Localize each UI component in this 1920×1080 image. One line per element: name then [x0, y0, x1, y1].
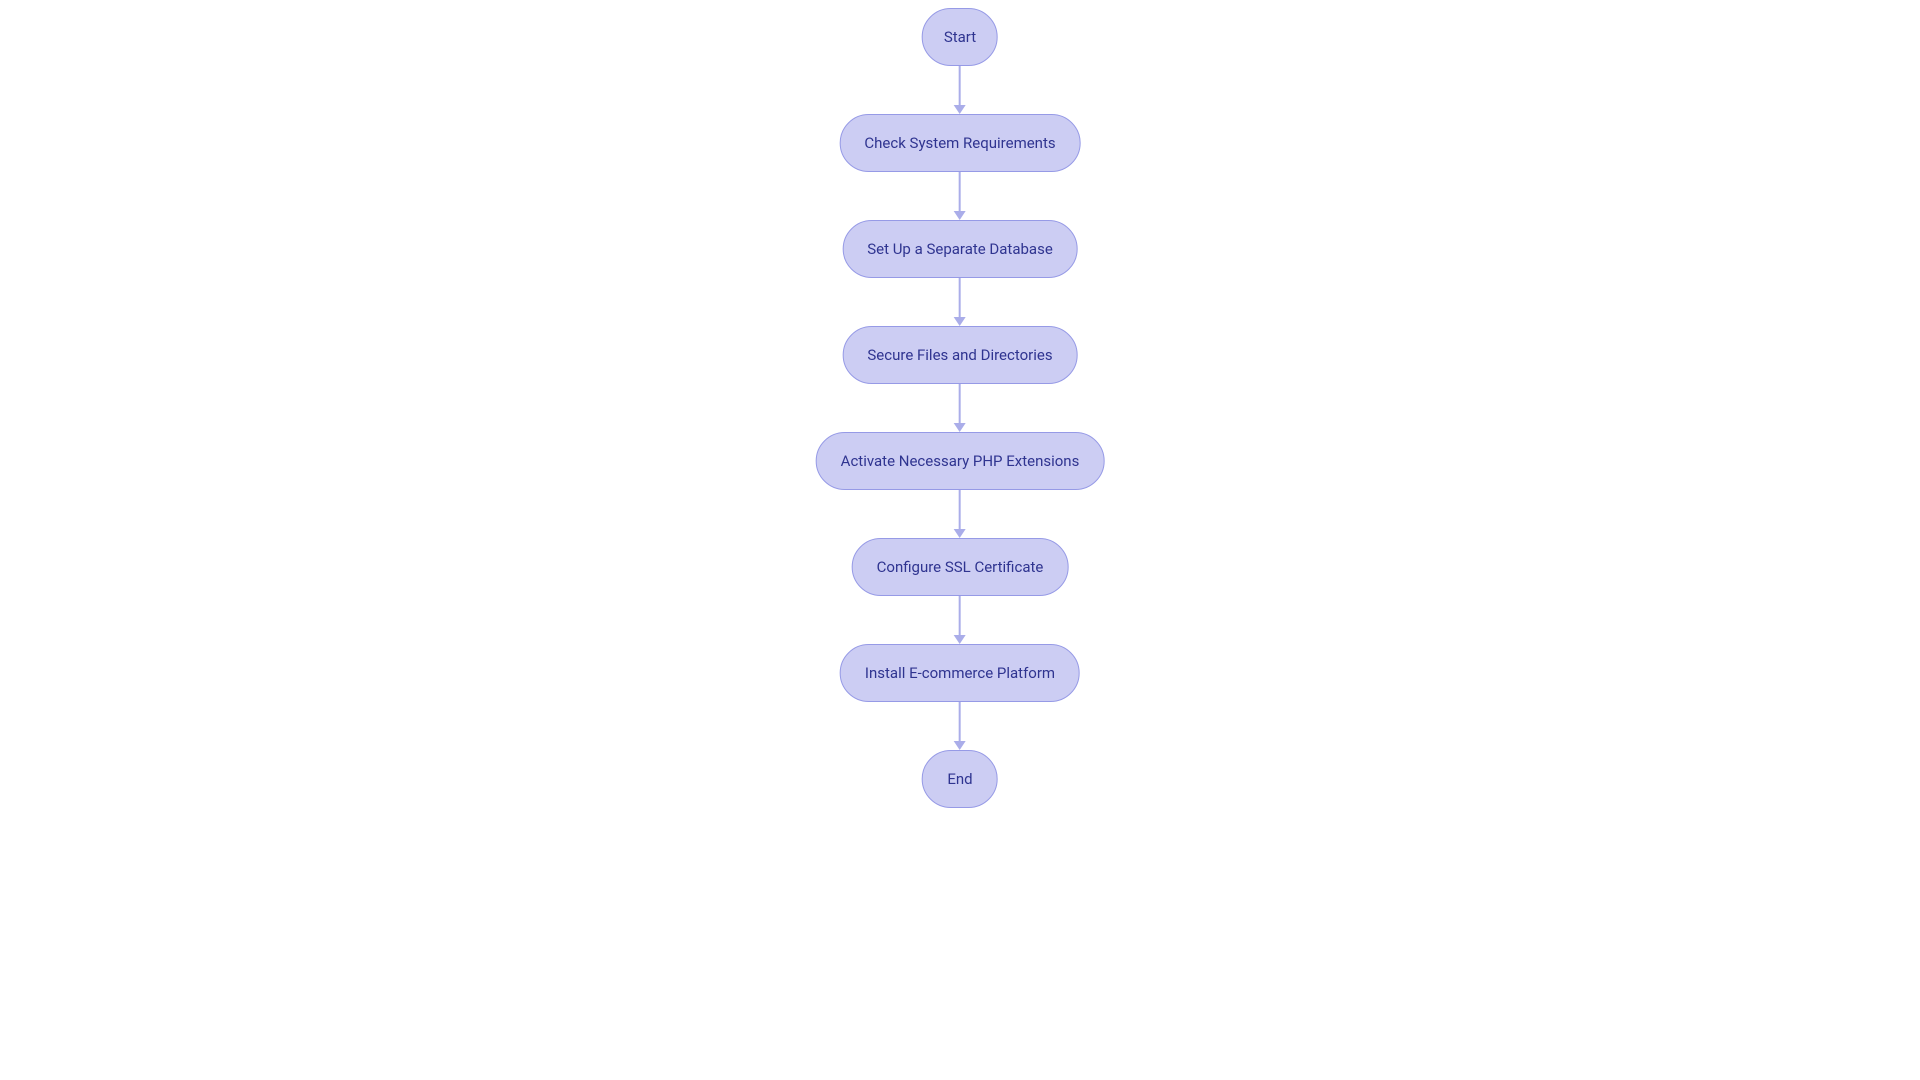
node-secure-files: Secure Files and Directories [842, 326, 1077, 384]
node-label: Set Up a Separate Database [867, 240, 1053, 258]
arrow-down-icon [954, 211, 966, 220]
connector [954, 278, 966, 326]
arrow-down-icon [954, 529, 966, 538]
connector-line [959, 384, 961, 424]
node-install-platform: Install E-commerce Platform [840, 644, 1080, 702]
connector-line [959, 596, 961, 636]
node-start: Start [922, 8, 998, 66]
node-label: Configure SSL Certificate [877, 558, 1044, 576]
node-label: Secure Files and Directories [867, 346, 1052, 364]
connector-line [959, 702, 961, 742]
connector [954, 596, 966, 644]
connector-line [959, 66, 961, 106]
connector-line [959, 172, 961, 212]
node-php-extensions: Activate Necessary PHP Extensions [816, 432, 1105, 490]
connector-line [959, 490, 961, 530]
node-check-requirements: Check System Requirements [839, 114, 1080, 172]
arrow-down-icon [954, 635, 966, 644]
connector [954, 172, 966, 220]
connector [954, 66, 966, 114]
node-label: End [947, 770, 972, 788]
node-setup-database: Set Up a Separate Database [842, 220, 1078, 278]
node-label: Check System Requirements [864, 134, 1055, 152]
connector [954, 702, 966, 750]
arrow-down-icon [954, 317, 966, 326]
arrow-down-icon [954, 105, 966, 114]
connector-line [959, 278, 961, 318]
node-label: Start [944, 28, 976, 46]
arrow-down-icon [954, 741, 966, 750]
flowchart-container: Start Check System Requirements Set Up a… [816, 8, 1105, 808]
node-end: End [922, 750, 998, 808]
node-label: Activate Necessary PHP Extensions [841, 452, 1080, 470]
arrow-down-icon [954, 423, 966, 432]
node-ssl-certificate: Configure SSL Certificate [852, 538, 1069, 596]
node-label: Install E-commerce Platform [865, 664, 1055, 682]
connector [954, 490, 966, 538]
connector [954, 384, 966, 432]
